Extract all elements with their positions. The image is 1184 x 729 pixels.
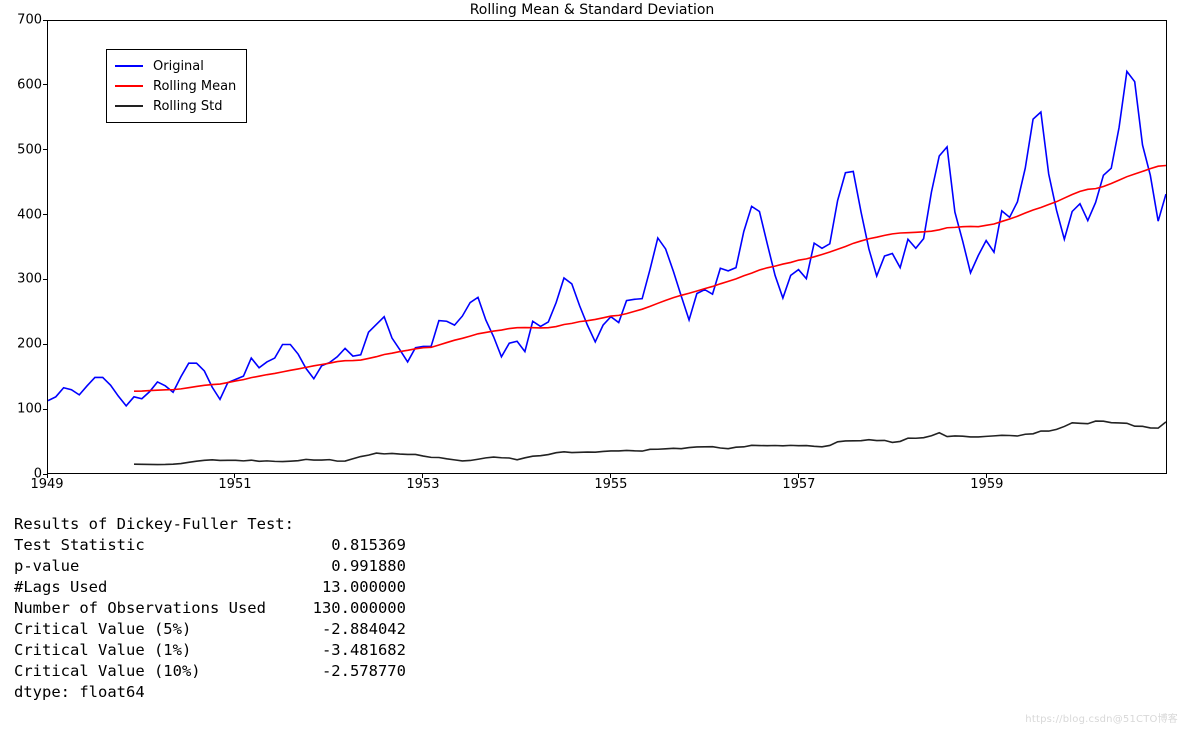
y-tick-label: 700 [0,13,42,28]
y-tick-mark [43,149,47,150]
chart-title: Rolling Mean & Standard Deviation [0,2,1184,18]
x-tick-label: 1953 [406,477,439,492]
y-tick-mark [43,344,47,345]
y-tick-label: 500 [0,142,42,157]
watermark: https://blog.csdn@51CTO博客 [1025,710,1178,725]
legend-entry-original: Original [115,56,236,76]
x-tick-label: 1949 [30,477,63,492]
y-tick-mark [43,409,47,410]
legend-label: Rolling Mean [153,79,236,94]
y-tick-mark [43,214,47,215]
legend-entry-rolling-std: Rolling Std [115,96,236,116]
x-tick-label: 1957 [782,477,815,492]
legend-swatch [115,85,143,87]
series-rolling-mean [134,166,1166,392]
y-tick-label: 200 [0,337,42,352]
legend-entry-rolling-mean: Rolling Mean [115,76,236,96]
x-tick-mark [986,474,987,478]
y-tick-label: 600 [0,77,42,92]
x-tick-label: 1959 [970,477,1003,492]
x-tick-label: 1955 [594,477,627,492]
x-tick-label: 1951 [218,477,251,492]
legend-label: Original [153,59,204,74]
x-tick-mark [610,474,611,478]
plot-area: Original Rolling Mean Rolling Std [47,20,1167,474]
y-tick-mark [43,279,47,280]
x-tick-mark [234,474,235,478]
y-tick-label: 300 [0,272,42,287]
dickey-fuller-results: Results of Dickey-Fuller Test: Test Stat… [14,514,406,703]
y-tick-label: 400 [0,207,42,222]
legend-label: Rolling Std [153,99,222,114]
y-tick-label: 100 [0,402,42,417]
legend: Original Rolling Mean Rolling Std [106,49,247,123]
y-tick-mark [43,20,47,21]
chart-container: Rolling Mean & Standard Deviation Origin… [0,0,1184,498]
legend-swatch [115,105,143,107]
x-tick-mark [422,474,423,478]
series-rolling-std [134,421,1166,464]
x-tick-mark [798,474,799,478]
x-tick-mark [47,474,48,478]
y-tick-mark [43,84,47,85]
legend-swatch [115,65,143,67]
